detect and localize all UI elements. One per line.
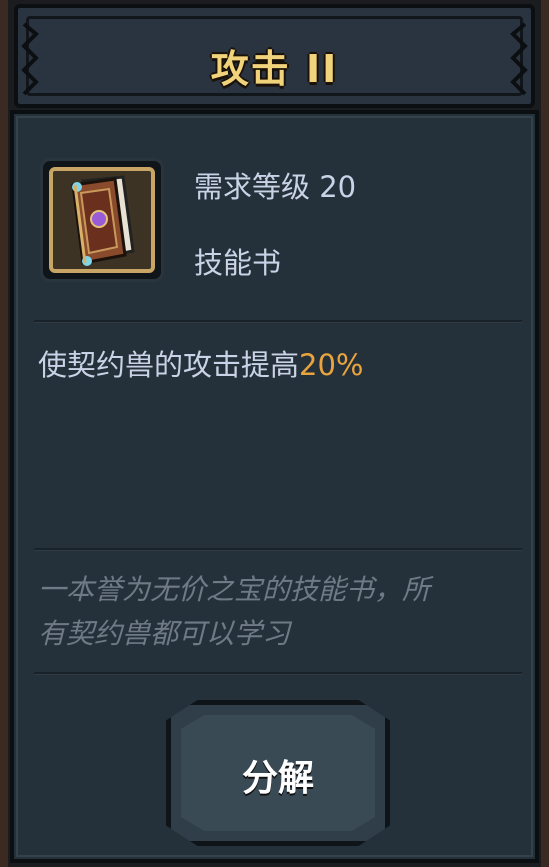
effect-text: 使契约兽的攻击提高: [38, 348, 300, 382]
item-info-panel: 需求等级 20 技能书 使契约兽的攻击提高20% 一本誉为无价之宝的技能书，所 …: [10, 110, 539, 863]
item-title: 攻击 II: [210, 47, 339, 91]
frame-right-edge: [541, 0, 549, 867]
divider: [34, 548, 522, 551]
item-type: 技能书: [194, 246, 282, 280]
title-banner: 攻击 II: [14, 4, 535, 108]
lore-line: 一本誉为无价之宝的技能书，所: [38, 573, 431, 606]
effect-value: 20%: [299, 348, 364, 382]
decompose-button[interactable]: 分解: [166, 700, 390, 846]
lore-line: 有契约兽都可以学习: [38, 617, 291, 650]
item-icon-slot: [40, 158, 164, 282]
item-lore: 一本誉为无价之宝的技能书，所 有契约兽都可以学习: [38, 568, 518, 656]
divider: [34, 320, 522, 323]
item-effect: 使契约兽的攻击提高20%: [38, 342, 363, 384]
item-icon-frame: [49, 167, 155, 273]
item-detail-window: 攻击 II 需求等级 20 技能书 使契约兽的攻击提高20% 一本誉为无价之宝的…: [0, 0, 549, 867]
frame-left-edge: [0, 0, 8, 867]
required-level: 需求等级 20: [194, 170, 357, 204]
decompose-button-label: 分解: [241, 758, 314, 799]
skill-book-icon: [71, 175, 135, 266]
divider: [34, 672, 522, 675]
